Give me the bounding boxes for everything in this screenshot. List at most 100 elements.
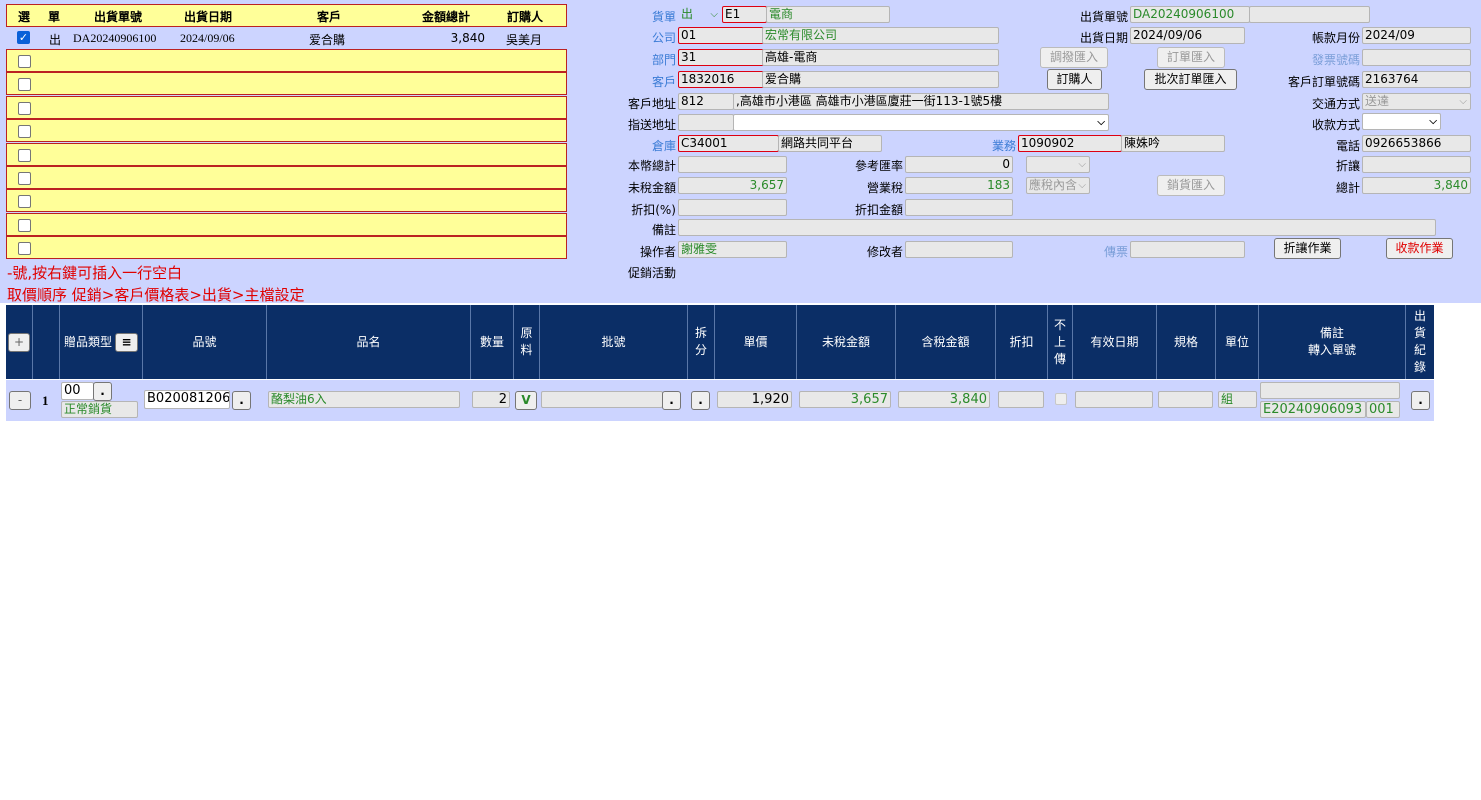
payment-label: 收款方式 xyxy=(1311,118,1360,132)
list-header-amount: 金額總計 xyxy=(422,10,471,24)
buyer-button[interactable]: 訂購人 xyxy=(1047,69,1102,90)
row-buyer: 吳美月 xyxy=(506,33,543,47)
item-lookup-button[interactable]: . xyxy=(232,391,251,410)
row-checkbox[interactable] xyxy=(18,78,31,91)
discount-input[interactable] xyxy=(1362,156,1471,173)
row-checkbox[interactable] xyxy=(18,102,31,115)
row-checkbox[interactable] xyxy=(18,195,31,208)
row-checkbox[interactable] xyxy=(18,242,31,255)
add-row-button[interactable]: + xyxy=(8,332,30,352)
chevron-down-icon: ⌵ xyxy=(710,9,718,20)
unit-price-input[interactable]: 1,920 xyxy=(717,391,792,408)
row-checkbox[interactable] xyxy=(18,125,31,138)
list-row-empty[interactable] xyxy=(6,213,567,236)
row-checkbox[interactable] xyxy=(18,219,31,232)
list-row-empty[interactable] xyxy=(6,189,567,212)
pretax-amount-input[interactable]: 3,657 xyxy=(799,391,891,408)
cust-zip-input[interactable]: 812 xyxy=(678,93,734,110)
doc-type-select[interactable]: 出 ⌵ xyxy=(678,6,722,23)
list-row-empty[interactable] xyxy=(6,96,567,119)
order-import-button[interactable]: 訂單匯入 xyxy=(1157,47,1225,68)
list-row-empty[interactable] xyxy=(6,119,567,142)
list-row-empty[interactable] xyxy=(6,72,567,95)
list-row[interactable]: ✓ 出 DA20240906100 2024/09/06 爱合購 3,840 吳… xyxy=(6,27,567,48)
list-header-customer: 客戶 xyxy=(317,10,342,24)
ship-date-input[interactable]: 2024/09/06 xyxy=(1130,27,1245,44)
tax-input[interactable]: 183 xyxy=(905,177,1013,194)
batch-input[interactable] xyxy=(541,391,663,408)
grid-col-gift-type: 贈品類型 ≡ xyxy=(60,305,143,379)
invoice-input[interactable] xyxy=(1362,49,1471,66)
transfer-import-button[interactable]: 調撥匯入 xyxy=(1040,47,1108,68)
discount-amt-input[interactable] xyxy=(905,199,1013,216)
voucher-input[interactable] xyxy=(1130,241,1245,258)
taxed-amount-input[interactable]: 3,840 xyxy=(898,391,990,408)
unit-input[interactable]: 組 xyxy=(1218,391,1257,408)
ship-no-extra[interactable] xyxy=(1249,6,1370,23)
transfer-seq-input[interactable]: 001 xyxy=(1366,401,1400,418)
list-row-empty[interactable] xyxy=(6,49,567,72)
raw-material-button[interactable]: V xyxy=(515,391,537,410)
doc-code-input[interactable]: E1 xyxy=(722,6,767,23)
split-button[interactable]: . xyxy=(691,391,710,410)
item-no-input[interactable]: B020081206 xyxy=(144,390,230,409)
phone-input[interactable]: 0926653866 xyxy=(1362,135,1471,152)
discount-operation-button[interactable]: 折讓作業 xyxy=(1274,238,1341,259)
ref-rate-input[interactable]: 0 xyxy=(905,156,1013,173)
total-input[interactable]: 3,840 xyxy=(1362,177,1471,194)
qty-input[interactable]: 2 xyxy=(472,391,510,408)
remark-input[interactable] xyxy=(678,219,1436,236)
list-row-empty[interactable] xyxy=(6,166,567,189)
expiry-input[interactable] xyxy=(1075,391,1153,408)
ship-record-button[interactable]: . xyxy=(1411,391,1430,410)
discount-pct-input[interactable] xyxy=(678,199,787,216)
pretax-label: 未稅金額 xyxy=(627,181,676,195)
gift-code-input[interactable]: 00 xyxy=(61,382,94,400)
deliver-zip-input[interactable] xyxy=(678,114,734,131)
discount-input[interactable] xyxy=(998,391,1044,408)
gift-type-menu-button[interactable]: ≡ xyxy=(115,332,138,352)
dept-code-input[interactable]: 31 xyxy=(678,49,764,66)
row-checkbox[interactable] xyxy=(18,172,31,185)
batch-order-import-button[interactable]: 批次訂單匯入 xyxy=(1144,69,1237,90)
grid-col-discount: 折扣 xyxy=(996,305,1048,379)
spec-input[interactable] xyxy=(1158,391,1213,408)
collect-operation-button[interactable]: 收款作業 xyxy=(1386,238,1453,259)
row-checkbox[interactable] xyxy=(18,149,31,162)
row-checkbox[interactable] xyxy=(18,55,31,68)
batch-lookup-button[interactable]: . xyxy=(662,391,681,410)
list-row-empty[interactable] xyxy=(6,143,567,166)
sales-name: 陳姝吟 xyxy=(1121,135,1225,152)
grid-col-expiry: 有效日期 xyxy=(1073,305,1157,379)
row-remark-input[interactable] xyxy=(1260,382,1400,399)
pretax-input[interactable]: 3,657 xyxy=(678,177,787,194)
grid-col-batch: 批號 xyxy=(540,305,688,379)
modifier-input xyxy=(905,241,1013,258)
gift-name: 正常銷貨 xyxy=(61,401,138,418)
warehouse-code-input[interactable]: C34001 xyxy=(678,135,779,152)
account-month-input[interactable]: 2024/09 xyxy=(1362,27,1471,44)
sales-code-input[interactable]: 1090902 xyxy=(1018,135,1122,152)
row-checkbox[interactable]: ✓ xyxy=(17,31,30,44)
cust-addr-input[interactable]: ,高雄市小港區 高雄市小港區廈莊一街113-1號5樓 xyxy=(733,93,1109,110)
payment-select[interactable]: ⌵ xyxy=(1362,113,1441,130)
tax-type-select[interactable]: 應稅內含 ⌵ xyxy=(1026,177,1090,194)
company-code-input[interactable]: 01 xyxy=(678,27,764,44)
list-row-empty[interactable] xyxy=(6,236,567,259)
remove-row-button[interactable]: - xyxy=(9,391,31,410)
currency-select[interactable]: ⌵ xyxy=(1026,156,1090,173)
sales-import-button[interactable]: 銷貨匯入 xyxy=(1157,175,1225,196)
gift-code-lookup-button[interactable]: . xyxy=(93,382,112,401)
no-upload-checkbox[interactable] xyxy=(1055,393,1067,405)
ship-no-input[interactable]: DA20240906100 xyxy=(1130,6,1250,23)
item-name-input[interactable]: 酪梨油6入 xyxy=(268,391,460,408)
customer-code-input[interactable]: 1832016 xyxy=(678,71,764,88)
local-total-input[interactable] xyxy=(678,156,787,173)
transfer-no-input[interactable]: E20240906093 xyxy=(1260,401,1366,418)
chevron-down-icon: ⌵ xyxy=(1078,159,1086,170)
deliver-addr-select[interactable]: ⌵ xyxy=(733,114,1109,131)
cust-order-no-input[interactable]: 2163764 xyxy=(1362,71,1471,88)
transport-select[interactable]: 送達 ⌵ xyxy=(1362,93,1471,110)
dept-name: 高雄-電商 xyxy=(762,49,999,66)
list-header-type: 單 xyxy=(48,10,61,24)
